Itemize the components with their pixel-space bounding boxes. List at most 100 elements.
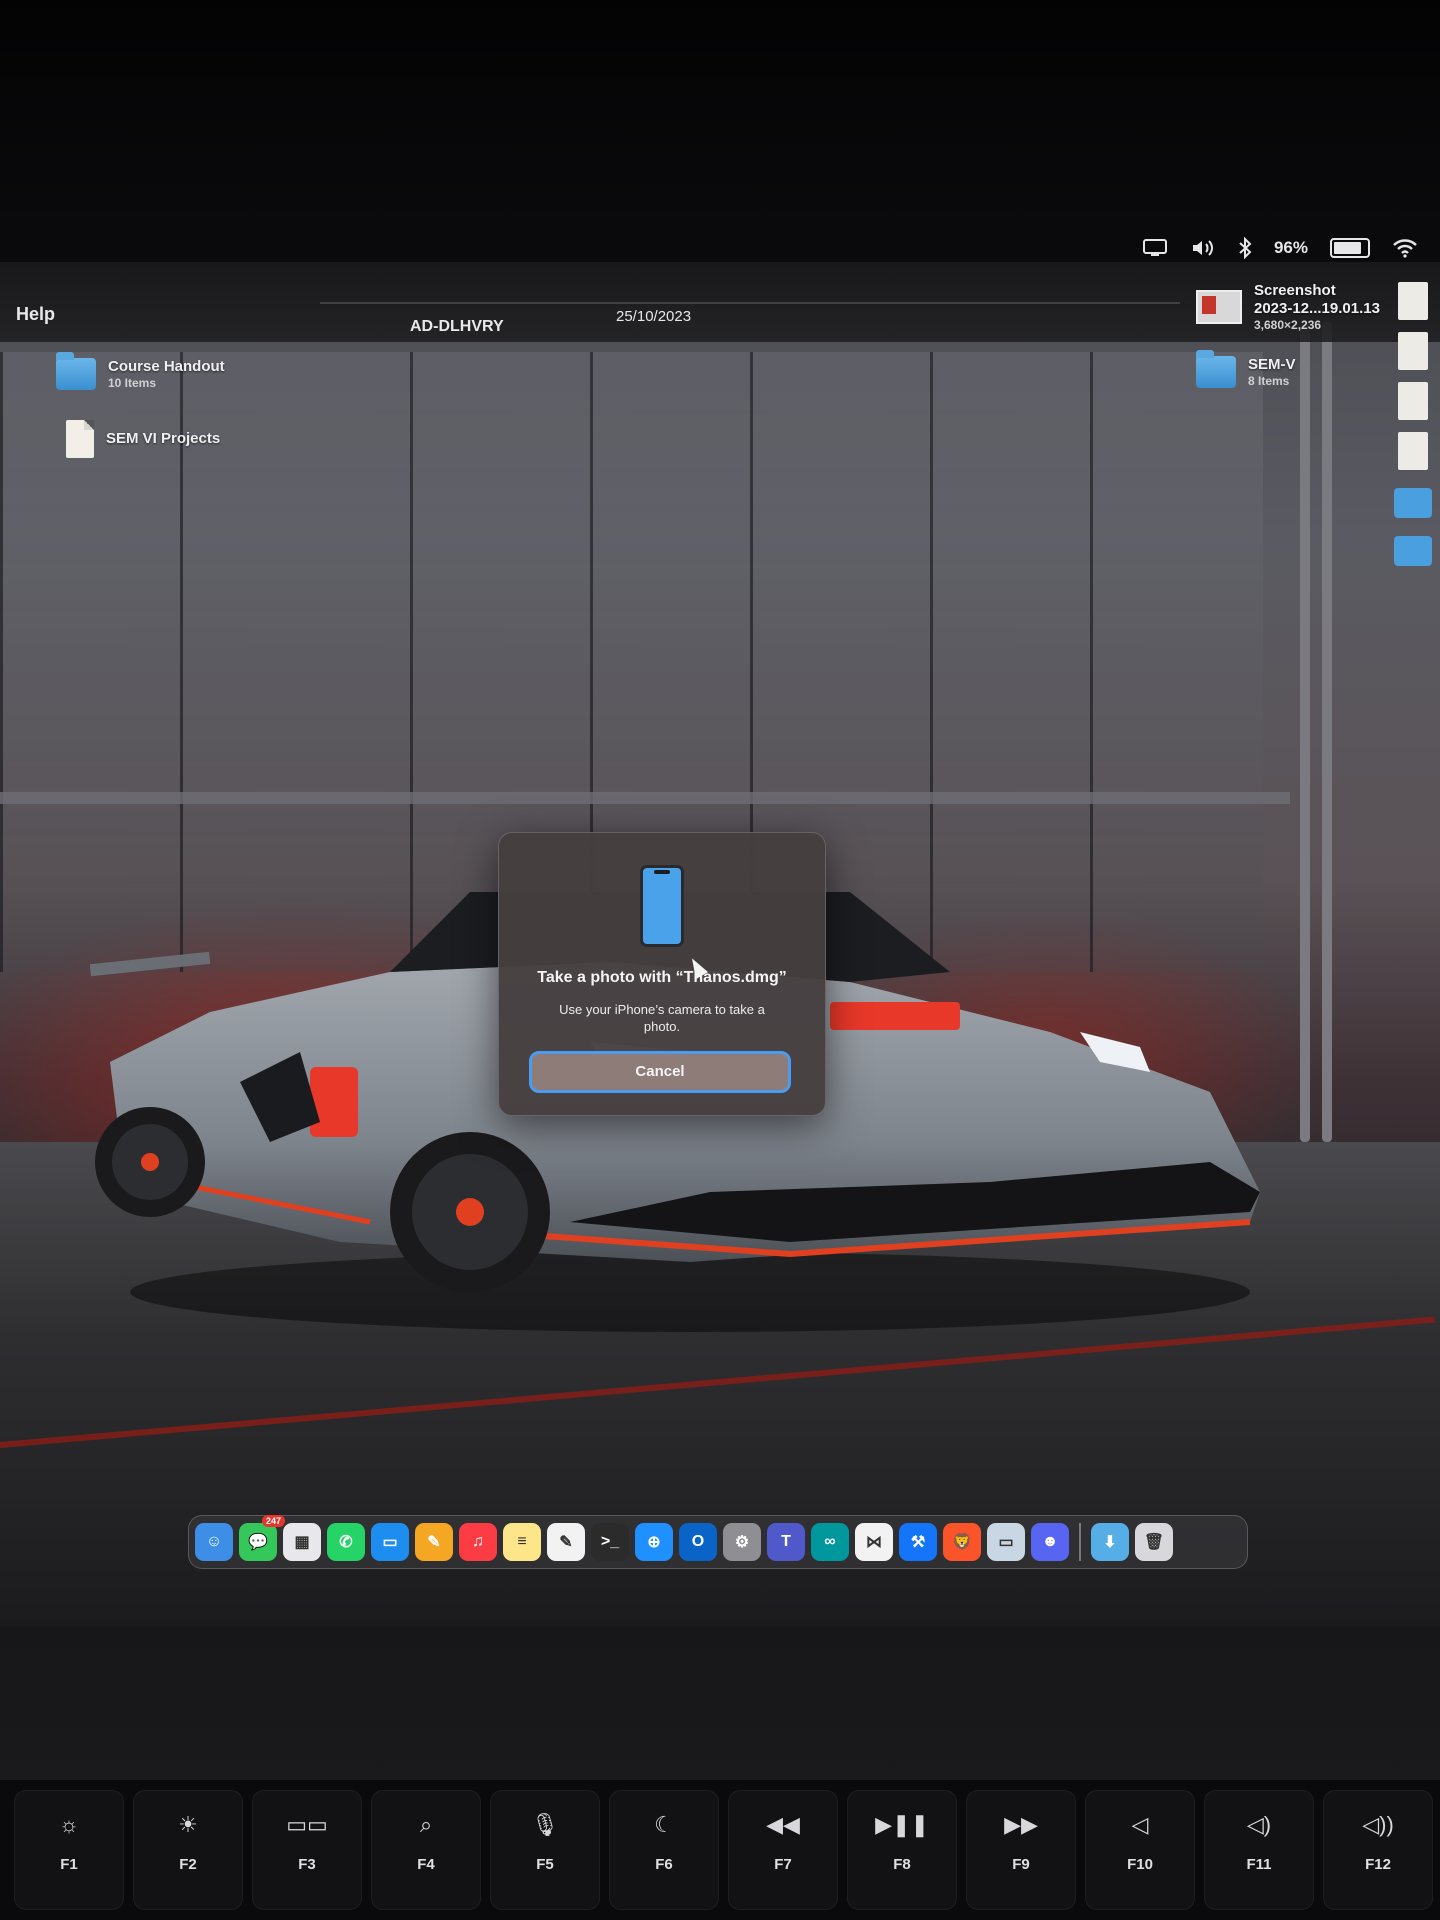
dock-app-terminal-icon[interactable]: >_: [591, 1523, 629, 1561]
screenshot-icon: [1196, 290, 1242, 324]
document-icon[interactable]: [1398, 432, 1428, 470]
dock-app-glyph: ♫: [472, 1533, 484, 1550]
mission-control-icon: ▭▭: [286, 1812, 328, 1837]
key-f2[interactable]: ☀ F2: [133, 1790, 243, 1910]
dock-app-xcode-icon[interactable]: ⚒: [899, 1523, 937, 1561]
rewind-icon: ◀◀: [766, 1812, 800, 1837]
dock-app-arduino-icon[interactable]: ∞: [811, 1523, 849, 1561]
dock-app-glyph: ☻: [1041, 1533, 1059, 1550]
key-f6[interactable]: ☾ F6: [609, 1790, 719, 1910]
desktop-item-label-line2: 2023-12...19.01.13: [1254, 300, 1380, 317]
dock-app-textedit-icon[interactable]: ✎: [547, 1523, 585, 1561]
key-label: F9: [1012, 1856, 1030, 1873]
notification-badge: 247: [261, 1515, 285, 1527]
dock-app-glyph: 🗑: [1143, 1534, 1165, 1551]
desktop-folder-course-handout[interactable]: Course Handout 10 Items: [56, 352, 225, 390]
dock-app-glyph: O: [691, 1533, 705, 1550]
dock-app-messages-icon[interactable]: 💬 247: [239, 1515, 285, 1561]
key-label: F7: [774, 1856, 792, 1873]
dock-separator: [1079, 1523, 1081, 1561]
key-f9[interactable]: ▶▶ F9: [966, 1790, 1076, 1910]
key-f11[interactable]: ◁) F11: [1204, 1790, 1314, 1910]
key-f4[interactable]: ⌕ F4: [371, 1790, 481, 1910]
key-f12[interactable]: ◁)) F12: [1323, 1790, 1433, 1910]
camera-dialog: Take a photo with “Thanos.dmg” Use your …: [498, 832, 826, 1116]
key-label: F10: [1127, 1856, 1153, 1873]
dock-app-music-icon[interactable]: ♫: [459, 1523, 497, 1561]
desktop-item-sub: 8 Items: [1248, 374, 1290, 388]
dock-app-glyph: ⚙: [734, 1534, 750, 1551]
dock-app-glyph: ✎: [559, 1534, 573, 1551]
folder-icon[interactable]: [1394, 536, 1432, 566]
dock-app-keynote-icon[interactable]: ▭: [371, 1523, 409, 1561]
dock-app-glyph: ⬇: [1103, 1534, 1117, 1551]
desktop-item-sub: 10 Items: [108, 376, 157, 390]
desktop-item-label: Screenshot: [1254, 282, 1336, 299]
key-f3[interactable]: ▭▭ F3: [252, 1790, 362, 1910]
wifi-icon[interactable]: [1392, 238, 1418, 258]
key-label: F11: [1246, 1856, 1272, 1873]
dock-app-glyph: ▭: [998, 1534, 1014, 1551]
microphone-icon: 🎙: [531, 1812, 559, 1837]
desktop-folder-sem-v[interactable]: SEM-V 8 Items: [1196, 350, 1296, 388]
play-pause-icon: ▶❚❚: [875, 1812, 929, 1837]
dock-app-outlook-icon[interactable]: O: [679, 1523, 717, 1561]
dock-app-vscode-icon[interactable]: ⋈: [855, 1523, 893, 1561]
key-f8[interactable]: ▶❚❚ F8: [847, 1790, 957, 1910]
dock-app-safari-icon[interactable]: ⊕: [635, 1523, 673, 1561]
dock-app-discord-icon[interactable]: ☻: [1031, 1523, 1069, 1561]
battery-icon[interactable]: [1330, 238, 1370, 258]
folder-icon: [56, 352, 96, 390]
dock-app-trash-icon[interactable]: 🗑: [1135, 1523, 1173, 1561]
dock-app-glyph: >_: [600, 1533, 620, 1550]
document-icon[interactable]: [1398, 382, 1428, 420]
battery-percent: 96%: [1273, 238, 1308, 257]
dock-app-finder-icon[interactable]: ☺: [195, 1523, 233, 1561]
dock-app-glyph: ✎: [427, 1534, 441, 1551]
dock-app-glyph: ▭: [382, 1534, 398, 1551]
dock: ☺ 💬 247 ▦ ✆ ▭ ✎ ♫ ≡ ✎ >_ ⊕ O ⚙ T ∞ ⋈ ⚒ 🦁 ▭ ☻ ⬇ 🗑: [188, 1515, 1248, 1569]
dock-app-glyph: ∞: [824, 1533, 836, 1550]
dock-app-preview-icon[interactable]: ▭: [987, 1523, 1025, 1561]
key-label: F5: [536, 1856, 554, 1873]
key-f7[interactable]: ◀◀ F7: [728, 1790, 838, 1910]
menu-center-name: AD-DLHVRY: [410, 318, 504, 335]
volume-down-icon: ◁): [1246, 1812, 1272, 1837]
document-icon[interactable]: [1398, 332, 1428, 370]
desktop-item-label: SEM VI Projects: [106, 430, 221, 447]
dock-app-glyph: ≡: [517, 1533, 527, 1550]
dock-app-teams-icon[interactable]: T: [767, 1523, 805, 1561]
key-f5[interactable]: 🎙 F5: [490, 1790, 600, 1910]
dock-app-glyph: ▦: [294, 1534, 310, 1551]
dock-app-glyph: 🦁: [952, 1534, 972, 1551]
folder-icon[interactable]: [1394, 488, 1432, 518]
desktop-doc-sem-vi-projects[interactable]: SEM VI Projects: [66, 420, 220, 458]
volume-icon[interactable]: [1190, 238, 1216, 258]
bluetooth-icon[interactable]: [1238, 237, 1252, 259]
dock-app-glyph: ⊕: [647, 1534, 661, 1551]
dialog-message: Use your iPhone’s camera to take a photo…: [559, 1002, 765, 1034]
desktop-screenshot-file[interactable]: Screenshot 2023-12...19.01.13 3,680×2,23…: [1196, 282, 1380, 332]
dock-app-launchpad-icon[interactable]: ▦: [283, 1523, 321, 1561]
cancel-button[interactable]: Cancel: [529, 1051, 791, 1093]
key-f1[interactable]: ☼ F1: [14, 1790, 124, 1910]
dock-app-glyph: ⋈: [866, 1534, 882, 1551]
desktop-item-sub: 3,680×2,236: [1254, 318, 1322, 332]
menu-help[interactable]: Help: [16, 304, 55, 325]
desktop-item-label: SEM-V: [1248, 356, 1296, 373]
dock-app-whatsapp-icon[interactable]: ✆: [327, 1523, 365, 1561]
dock-app-notes-icon[interactable]: ≡: [503, 1523, 541, 1561]
key-label: F6: [655, 1856, 673, 1873]
key-label: F2: [179, 1856, 197, 1873]
key-label: F12: [1365, 1856, 1391, 1873]
key-f10[interactable]: ◁ F10: [1085, 1790, 1195, 1910]
dialog-title: Take a photo with “Thanos.dmg”: [537, 969, 787, 986]
dock-app-brave-icon[interactable]: 🦁: [943, 1523, 981, 1561]
fast-forward-icon: ▶▶: [1004, 1812, 1038, 1837]
dock-app-downloads-folder-icon[interactable]: ⬇: [1091, 1523, 1129, 1561]
display-icon[interactable]: [1142, 238, 1168, 258]
document-icon[interactable]: [1398, 282, 1428, 320]
dock-app-pages-icon[interactable]: ✎: [415, 1523, 453, 1561]
dock-app-system-settings-icon[interactable]: ⚙: [723, 1523, 761, 1561]
key-label: F4: [417, 1856, 435, 1873]
